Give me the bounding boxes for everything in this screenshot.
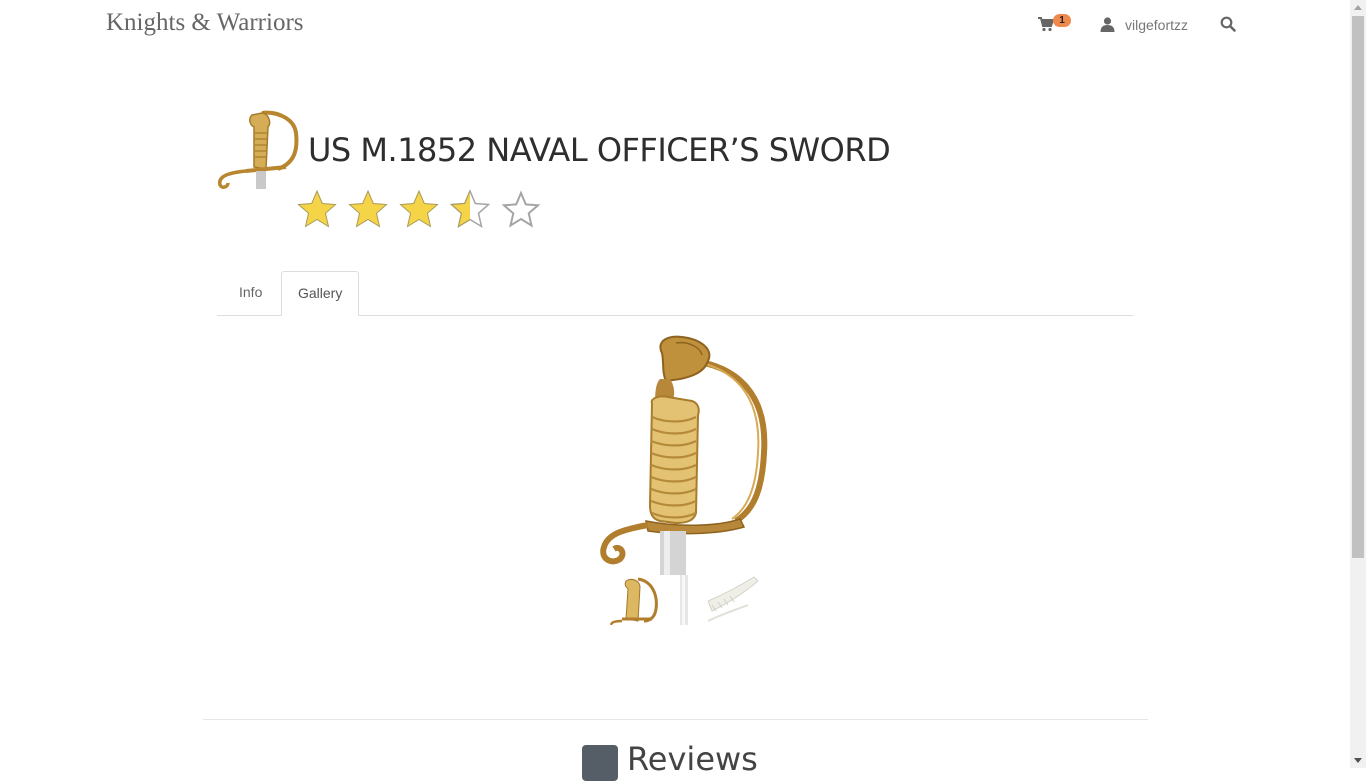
- product-thumbnail: [216, 107, 300, 191]
- search-icon: [1220, 16, 1236, 32]
- star-3[interactable]: [398, 188, 440, 230]
- cart-count-badge: 1: [1053, 14, 1071, 27]
- star-5[interactable]: [500, 188, 542, 230]
- gallery-thumb-1[interactable]: [608, 575, 658, 626]
- tab-gallery[interactable]: Gallery: [281, 271, 360, 316]
- tab-info[interactable]: Info: [223, 271, 278, 314]
- scroll-down-arrow-icon[interactable]: [1350, 752, 1366, 768]
- cart-button[interactable]: 1: [1036, 14, 1072, 36]
- user-icon: [1100, 17, 1115, 32]
- comments-icon: [582, 745, 618, 781]
- gallery-thumb-2[interactable]: [658, 575, 708, 625]
- scrollbar-thumb[interactable]: [1352, 16, 1364, 558]
- navbar: Knights & Warriors 1 vilgefortzz: [0, 0, 1350, 50]
- search-button[interactable]: [1220, 16, 1238, 34]
- brand-link[interactable]: Knights & Warriors: [106, 9, 304, 37]
- star-2[interactable]: [347, 188, 389, 230]
- shopping-cart-icon: [1038, 17, 1054, 32]
- product-tabs: Info Gallery: [217, 271, 1133, 316]
- gallery-main-image[interactable]: [596, 333, 771, 575]
- star-1[interactable]: [296, 188, 338, 230]
- scroll-up-arrow-icon[interactable]: [1350, 0, 1366, 16]
- username: vilgefortzz: [1125, 17, 1189, 33]
- gallery-thumb-3[interactable]: [707, 575, 759, 625]
- product-title: US M.1852 NAVAL OFFICER’S SWORD: [308, 131, 891, 169]
- star-4-half[interactable]: [449, 188, 491, 230]
- section-divider: [203, 719, 1148, 720]
- page-scrollbar[interactable]: [1350, 0, 1366, 768]
- reviews-heading: Reviews: [627, 740, 758, 778]
